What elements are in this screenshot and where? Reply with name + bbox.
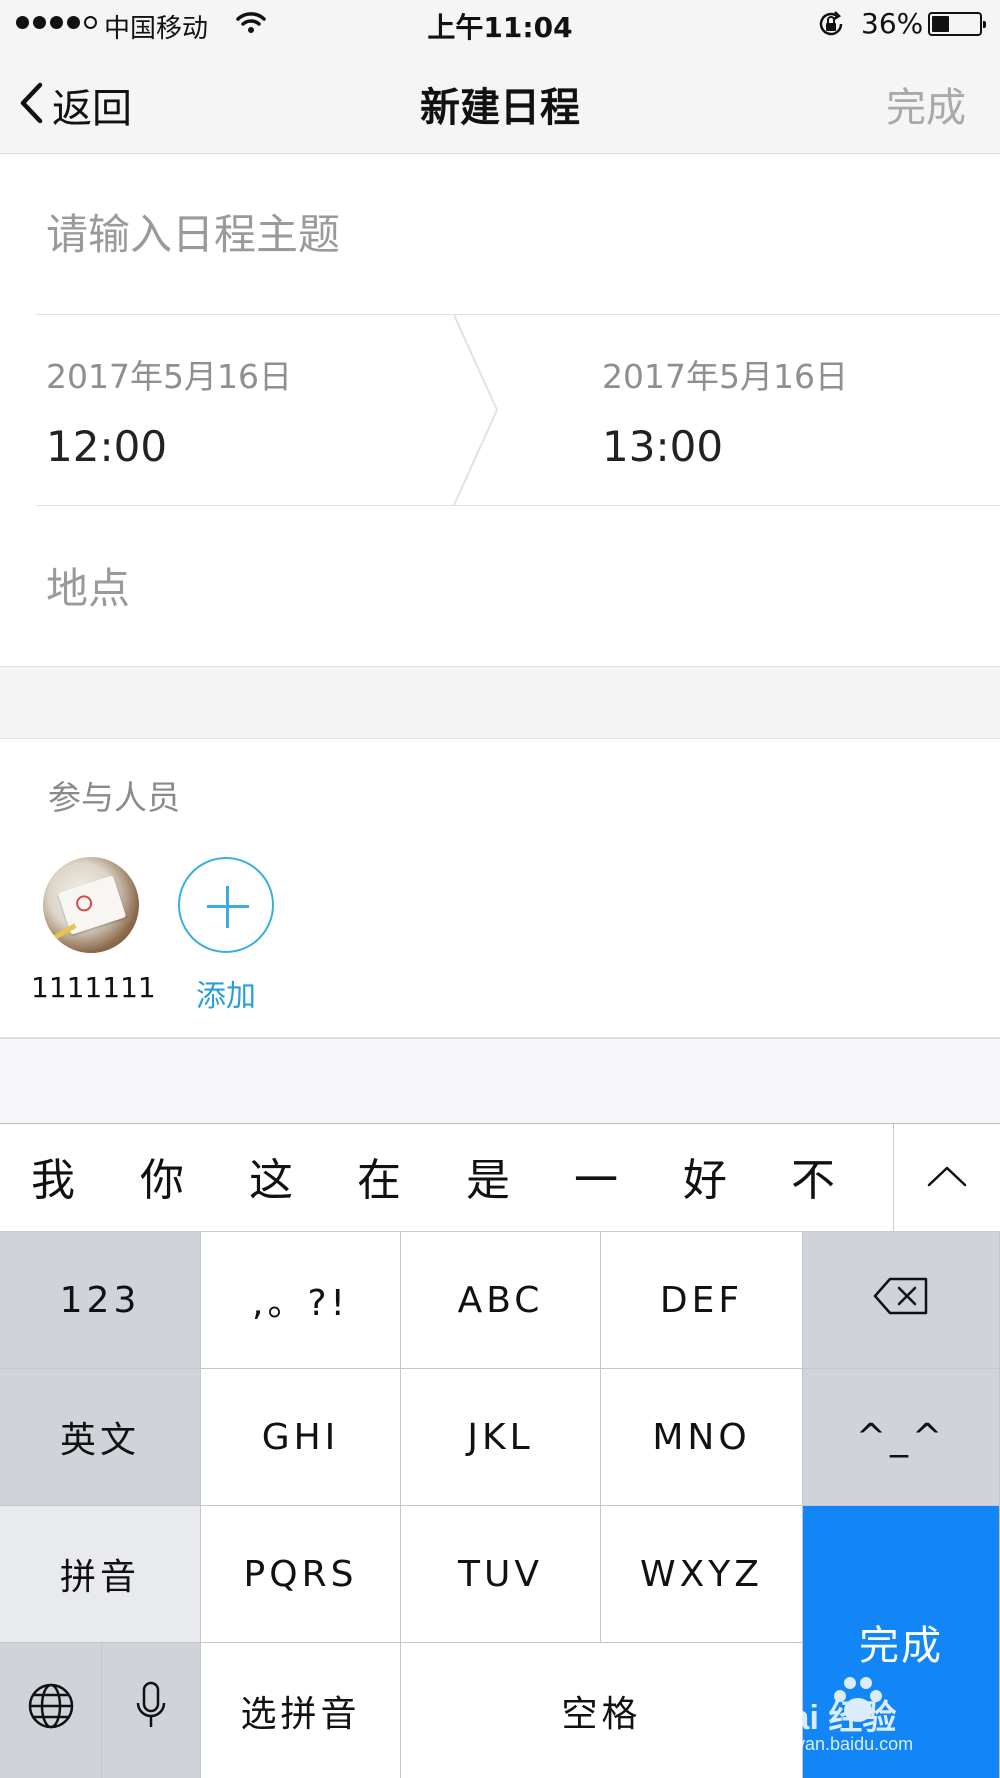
globe-icon — [27, 1682, 75, 1739]
start-time-picker[interactable]: 2017年5月16日 12:00 — [46, 350, 446, 471]
microphone-key[interactable] — [102, 1643, 201, 1778]
status-bar: 中国移动 上午11:04 36% — [0, 0, 1000, 48]
page-title: 新建日程 — [420, 85, 580, 131]
backspace-icon — [872, 1276, 930, 1325]
candidate-item[interactable]: 这 — [231, 1144, 311, 1208]
backspace-key[interactable] — [803, 1232, 1000, 1369]
candidate-item[interactable]: 在 — [339, 1144, 419, 1208]
candidate-item[interactable]: 我 — [13, 1144, 93, 1208]
rotation-lock-icon — [816, 9, 846, 43]
time-range-arrow-icon — [452, 314, 502, 509]
clock: 上午11:04 — [427, 11, 573, 44]
key-pqrs[interactable]: PQRS — [201, 1506, 401, 1643]
location-input[interactable] — [46, 556, 946, 620]
key-def[interactable]: DEF — [601, 1232, 803, 1369]
divider — [36, 314, 1000, 315]
key-abc[interactable]: ABC — [401, 1232, 601, 1369]
candidate-bar: 我 你 这 在 是 一 好 不 — [0, 1124, 1000, 1232]
navigation-bar: 返回 新建日程 完成 — [0, 48, 1000, 154]
chevron-up-icon — [927, 1164, 967, 1192]
key-pinyin[interactable]: 拼音 — [0, 1506, 201, 1643]
add-participant-button[interactable]: 添加 — [166, 857, 286, 1015]
start-date: 2017年5月16日 — [46, 357, 292, 396]
keyboard-done-button[interactable]: 完成 — [803, 1506, 1000, 1778]
keyboard: 我 你 这 在 是 一 好 不 123 ,。?! ABC DEF 英文 GHI … — [0, 1123, 1000, 1778]
key-wxyz[interactable]: WXYZ — [601, 1506, 803, 1643]
candidate-item[interactable]: 是 — [448, 1144, 528, 1208]
candidate-item[interactable]: 一 — [556, 1144, 636, 1208]
globe-key[interactable] — [0, 1643, 102, 1778]
end-time: 13:00 — [602, 422, 724, 471]
section-gap — [0, 666, 1000, 739]
key-jkl[interactable]: JKL — [401, 1369, 601, 1506]
key-mno[interactable]: MNO — [601, 1369, 803, 1506]
key-tuv[interactable]: TUV — [401, 1506, 601, 1643]
participant-name: 1111111 — [31, 971, 156, 1004]
expand-candidates-button[interactable] — [893, 1124, 1000, 1232]
battery-icon — [928, 12, 986, 36]
participants-label: 参与人员 — [48, 778, 180, 817]
space-key[interactable]: 空格 — [401, 1643, 803, 1778]
key-ghi[interactable]: GHI — [201, 1369, 401, 1506]
avatar — [43, 857, 139, 953]
subject-input[interactable] — [46, 202, 946, 266]
start-time: 12:00 — [46, 422, 168, 471]
divider — [36, 505, 1000, 506]
key-punctuation[interactable]: ,。?! — [201, 1232, 401, 1369]
key-select-pinyin[interactable]: 选拼音 — [201, 1643, 401, 1778]
end-time-picker[interactable]: 2017年5月16日 13:00 — [602, 350, 982, 471]
end-date: 2017年5月16日 — [602, 357, 848, 396]
key-123[interactable]: 123 — [0, 1232, 201, 1369]
battery-percent: 36% — [861, 7, 924, 40]
add-label: 添加 — [196, 979, 256, 1014]
key-emoticon[interactable]: ^_^ — [803, 1369, 1000, 1506]
bottom-strip — [0, 1038, 1000, 1123]
done-button[interactable]: 完成 — [886, 75, 966, 133]
key-english[interactable]: 英文 — [0, 1369, 201, 1506]
candidate-item[interactable]: 好 — [665, 1144, 745, 1208]
microphone-icon — [135, 1681, 167, 1740]
plus-icon — [178, 857, 274, 953]
candidate-item[interactable]: 不 — [773, 1144, 853, 1208]
participant-item[interactable]: 1111111 — [31, 857, 156, 1004]
candidate-item[interactable]: 你 — [122, 1144, 202, 1208]
